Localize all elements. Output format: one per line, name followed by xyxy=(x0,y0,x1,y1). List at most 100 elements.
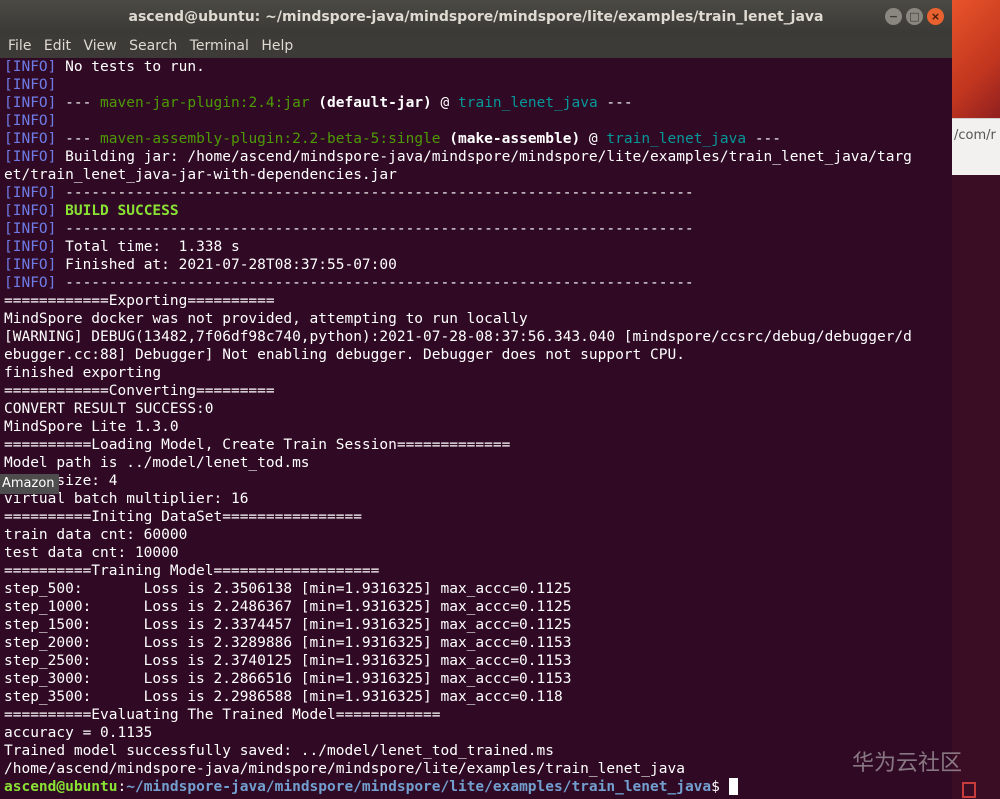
terminal-text: step_1000: Loss is 2.2486367 [min=1.9316… xyxy=(4,599,572,615)
terminal-line: train data cnt: 60000 xyxy=(4,526,948,544)
terminal-line: ==========Initing DataSet===============… xyxy=(4,508,948,526)
terminal-line: [INFO] ---------------------------------… xyxy=(4,220,948,238)
terminal-line: step_2000: Loss is 2.3289886 [min=1.9316… xyxy=(4,634,948,652)
terminal-line: ============Exporting========== xyxy=(4,292,948,310)
terminal-text: test data cnt: 10000 xyxy=(4,545,179,561)
terminal-text: ==========Initing DataSet===============… xyxy=(4,509,362,525)
terminal-line: finished exporting xyxy=(4,364,948,382)
terminal-line: [INFO] --- maven-assembly-plugin:2.2-bet… xyxy=(4,130,948,148)
terminal-cursor xyxy=(728,778,738,795)
terminal-text: : xyxy=(117,779,127,795)
terminal-text: ==========Evaluating The Trained Model==… xyxy=(4,707,441,723)
log-level-tag: [INFO] xyxy=(4,239,57,255)
terminal-text: --- xyxy=(597,95,633,111)
window-title: ascend@ubuntu: ~/mindspore-java/mindspor… xyxy=(128,9,824,25)
terminal-line: [INFO] xyxy=(4,76,948,94)
terminal-text: ==========Loading Model, Create Train Se… xyxy=(4,437,511,453)
terminal-text: Building jar: /home/ascend/mindspore-jav… xyxy=(56,149,912,165)
terminal-line: step_1000: Loss is 2.2486367 [min=1.9316… xyxy=(4,598,948,616)
terminal-window[interactable]: ascend@ubuntu: ~/mindspore-java/mindspor… xyxy=(0,0,952,799)
terminal-line: [INFO] BUILD SUCCESS xyxy=(4,202,948,220)
terminal-text: MindSpore Lite 1.3.0 xyxy=(4,419,179,435)
window-controls: − □ × xyxy=(885,8,944,25)
terminal-line: step_3000: Loss is 2.2866516 [min=1.9316… xyxy=(4,670,948,688)
terminal-line: test data cnt: 10000 xyxy=(4,544,948,562)
log-level-tag: [INFO] xyxy=(4,95,57,111)
terminal-line: step_500: Loss is 2.3506138 [min=1.93163… xyxy=(4,580,948,598)
terminal-text: --- xyxy=(56,95,101,111)
terminal-line: [INFO] --- maven-jar-plugin:2.4:jar (def… xyxy=(4,94,948,112)
menu-view[interactable]: View xyxy=(75,34,116,58)
terminal-line: virtual batch multiplier: 16 xyxy=(4,490,948,508)
terminal-line: MindSpore docker was not provided, attem… xyxy=(4,310,948,328)
terminal-text: MindSpore docker was not provided, attem… xyxy=(4,311,528,327)
menu-edit[interactable]: Edit xyxy=(36,34,71,58)
menu-terminal[interactable]: Terminal xyxy=(182,34,249,58)
terminal-line: ==========Training Model================… xyxy=(4,562,948,580)
terminal-text: accuracy = 0.1135 xyxy=(4,725,153,741)
terminal-text: --- xyxy=(746,131,782,147)
terminal-text: No tests to run. xyxy=(56,59,205,75)
terminal-text: (make-assemble) xyxy=(449,131,581,147)
log-level-tag: [INFO] xyxy=(4,221,57,237)
terminal-text: Finished at: 2021-07-28T08:37:55-07:00 xyxy=(56,257,397,273)
terminal-line: ebugger.cc:88] Debugger] Not enabling de… xyxy=(4,346,948,364)
terminal-scrollbar[interactable] xyxy=(946,58,952,799)
terminal-line: [INFO] ---------------------------------… xyxy=(4,184,948,202)
terminal-line: ==========Evaluating The Trained Model==… xyxy=(4,706,948,724)
terminal-text: $ xyxy=(711,779,729,795)
terminal-output[interactable]: [INFO] No tests to run. [INFO] [INFO] --- … xyxy=(4,58,948,796)
terminal-text: /home/ascend/mindspore-java/mindspore/mi… xyxy=(4,761,685,777)
terminal-line: [INFO] ---------------------------------… xyxy=(4,274,948,292)
terminal-text: --- xyxy=(56,131,101,147)
close-button[interactable]: × xyxy=(927,8,944,25)
minimize-button[interactable]: − xyxy=(885,8,902,25)
log-level-tag: [INFO] xyxy=(4,275,57,291)
log-level-tag: [INFO] xyxy=(4,59,57,75)
terminal-text: ----------------------------------------… xyxy=(56,275,694,291)
window-titlebar[interactable]: ascend@ubuntu: ~/mindspore-java/mindspor… xyxy=(0,0,952,34)
terminal-text: ============Converting========= xyxy=(4,383,275,399)
terminal-line: ==========Loading Model, Create Train Se… xyxy=(4,436,948,454)
terminal-text: train data cnt: 60000 xyxy=(4,527,188,543)
log-level-tag: [INFO] xyxy=(4,149,57,165)
desktop-background: /com/r xyxy=(952,0,1000,799)
menu-bar: File Edit View Search Terminal Help xyxy=(0,34,952,58)
terminal-text: finished exporting xyxy=(4,365,162,381)
amazon-launcher-tooltip: Amazon xyxy=(0,474,59,494)
terminal-line: batch size: 4 xyxy=(4,472,948,490)
terminal-text: step_1500: Loss is 2.3374457 [min=1.9316… xyxy=(4,617,572,633)
menu-file[interactable]: File xyxy=(0,34,31,58)
terminal-line: ============Converting========= xyxy=(4,382,948,400)
log-level-tag: [INFO] xyxy=(4,203,57,219)
terminal-text: ==========Training Model================… xyxy=(4,563,380,579)
menu-help[interactable]: Help xyxy=(253,34,293,58)
terminal-text: ----------------------------------------… xyxy=(56,185,694,201)
terminal-text: ============Exporting========== xyxy=(4,293,275,309)
terminal-text: maven-jar-plugin:2.4:jar xyxy=(100,95,310,111)
terminal-text: et/train_lenet_java-jar-with-dependencie… xyxy=(4,167,397,183)
terminal-line: accuracy = 0.1135 xyxy=(4,724,948,742)
background-browser-window[interactable] xyxy=(952,118,1000,175)
log-level-tag: [INFO] xyxy=(4,131,57,147)
terminal-text: [WARNING] DEBUG(13482,7f06df98c740,pytho… xyxy=(4,329,912,345)
desktop-wallpaper xyxy=(952,0,1000,120)
log-level-tag: [INFO] xyxy=(4,77,57,93)
terminal-line: et/train_lenet_java-jar-with-dependencie… xyxy=(4,166,948,184)
terminal-text: ebugger.cc:88] Debugger] Not enabling de… xyxy=(4,347,685,363)
terminal-text: BUILD SUCCESS xyxy=(65,203,179,219)
terminal-line: ascend@ubuntu:~/mindspore-java/mindspore… xyxy=(4,778,948,796)
terminal-text: ~/mindspore-java/mindspore/mindspore/lit… xyxy=(126,779,712,795)
terminal-text: step_3500: Loss is 2.2986588 [min=1.9316… xyxy=(4,689,563,705)
terminal-text: (default-jar) xyxy=(318,95,432,111)
terminal-text: step_3000: Loss is 2.2866516 [min=1.9316… xyxy=(4,671,572,687)
terminal-line: [INFO] Building jar: /home/ascend/mindsp… xyxy=(4,148,948,166)
terminal-text: CONVERT RESULT SUCCESS:0 xyxy=(4,401,214,417)
terminal-line: MindSpore Lite 1.3.0 xyxy=(4,418,948,436)
terminal-line: [INFO] Finished at: 2021-07-28T08:37:55-… xyxy=(4,256,948,274)
maximize-button[interactable]: □ xyxy=(906,8,923,25)
menu-search[interactable]: Search xyxy=(121,34,177,58)
